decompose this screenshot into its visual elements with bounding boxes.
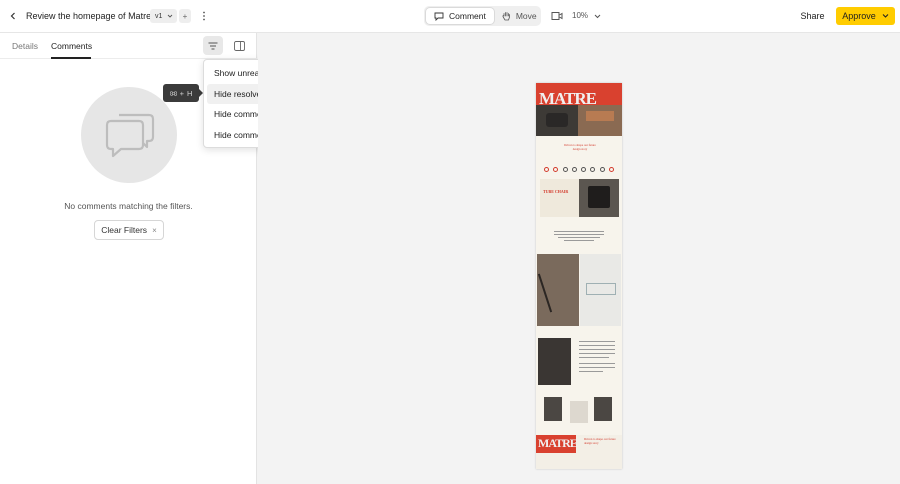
footer-logo: MATRE (538, 436, 578, 450)
command-key-icon (169, 90, 177, 96)
tagline: Driven to shape our future design story (564, 143, 596, 151)
version-selector[interactable]: v1 (150, 9, 177, 23)
product-thumb (594, 397, 612, 421)
chair-shape (546, 113, 568, 127)
text-line (579, 363, 615, 364)
product-thumb (570, 401, 588, 423)
text-line (579, 341, 615, 342)
text-line (579, 353, 615, 354)
present-icon (551, 12, 563, 20)
product-thumb (544, 397, 562, 421)
shortcut-tooltip: + H (163, 84, 203, 102)
close-icon: × (152, 225, 157, 235)
comment-icon (434, 12, 444, 21)
text-line (579, 371, 603, 372)
comment-mode-label: Comment (449, 11, 486, 21)
text-line (554, 231, 604, 232)
product-chair (588, 186, 610, 208)
clear-filters-button[interactable]: Clear Filters × (94, 220, 164, 240)
chevron-down-icon (168, 14, 173, 18)
more-vertical-icon (203, 11, 205, 21)
back-button[interactable] (6, 9, 20, 23)
active-tab-indicator (51, 57, 91, 59)
glass-table (586, 283, 616, 295)
more-options-button[interactable] (198, 9, 210, 23)
chevron-left-icon (10, 12, 15, 20)
text-line (558, 237, 600, 238)
shortcut-key: H (186, 88, 193, 98)
present-button[interactable] (550, 10, 564, 22)
section-label: TUBE CHAIR (543, 189, 569, 194)
designer-photo (538, 338, 571, 385)
product-card (540, 179, 580, 217)
approve-button[interactable]: Approve (836, 7, 895, 25)
website-preview[interactable]: MATRE Driven to shape our future design … (536, 83, 622, 469)
chevron-down-icon (882, 14, 889, 18)
zoom-label: 10% (572, 11, 589, 20)
category-icons (544, 167, 614, 173)
review-canvas[interactable]: MATRE Driven to shape our future design … (258, 33, 900, 484)
sidebar-tabs: Details Comments (0, 33, 257, 59)
chat-bubbles-icon (105, 113, 155, 158)
text-line (579, 345, 615, 346)
shortcut-plus: + (179, 88, 184, 98)
share-button[interactable]: Share (795, 7, 830, 25)
empty-state-illustration (81, 87, 177, 183)
sofa-shape (586, 111, 614, 121)
text-line (579, 367, 615, 368)
text-line (554, 234, 604, 235)
chevron-down-icon (594, 14, 601, 18)
footer-tagline: Driven to shape our future design story (584, 437, 616, 445)
hand-icon (502, 12, 510, 21)
add-version-button[interactable]: + (179, 9, 191, 23)
approve-label: Approve (842, 11, 876, 21)
text-line (579, 349, 615, 350)
comment-mode-button[interactable]: Comment (426, 8, 494, 24)
tab-details[interactable]: Details (12, 41, 38, 51)
page-title: Review the homepage of Matre (26, 11, 152, 21)
move-mode-label: Move (515, 11, 537, 21)
clear-filters-label: Clear Filters (101, 225, 148, 235)
text-line (564, 240, 594, 241)
sidebar-panel-icon (233, 40, 245, 51)
text-line (579, 357, 609, 358)
mode-toggle: Comment Move (424, 6, 541, 26)
toggle-panel-button[interactable] (231, 38, 247, 53)
zoom-control[interactable]: 10% (572, 11, 601, 20)
move-mode-button[interactable]: Move (494, 8, 545, 24)
filter-button[interactable] (203, 36, 223, 55)
tab-comments[interactable]: Comments (51, 41, 92, 51)
top-bar: Review the homepage of Matre v1 + Commen… (0, 0, 900, 33)
filter-icon (208, 42, 218, 49)
version-label: v1 (155, 12, 163, 20)
empty-state-text: No comments matching the filters. (64, 201, 193, 211)
